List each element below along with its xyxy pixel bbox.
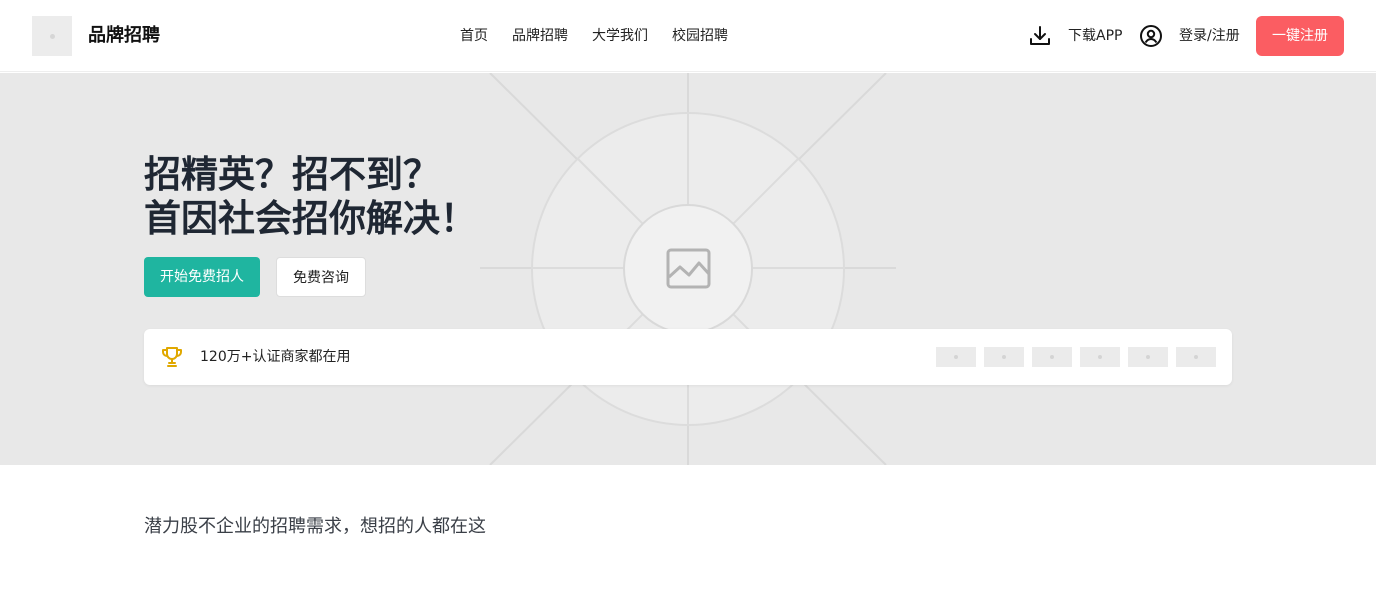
top-header: 品牌招聘 首页 品牌招聘 大学我们 校园招聘 下载APP 登录/注册 一键注册 <box>0 0 1376 72</box>
start-free-recruit-button[interactable]: 开始免费招人 <box>144 257 260 297</box>
partner-logo <box>936 347 976 367</box>
logo-placeholder-icon <box>49 33 55 39</box>
partner-logo <box>1032 347 1072 367</box>
section-title: 潜力股不企业的招聘需求，想招的人都在这 <box>144 516 486 537</box>
hero-title-line-1: 招精英？招不到？ <box>144 153 440 196</box>
hero-title-line-2: 首因社会招你解决！ <box>144 197 477 240</box>
free-consult-button[interactable]: 免费咨询 <box>276 257 366 297</box>
user-icon[interactable] <box>1139 24 1163 48</box>
trust-bar: 120万+认证商家都在用 <box>144 329 1232 385</box>
nav-item-campus[interactable]: 校园招聘 <box>672 26 728 46</box>
partner-logo <box>1080 347 1120 367</box>
main-nav: 首页 品牌招聘 大学我们 校园招聘 <box>460 26 728 46</box>
nav-item-home[interactable]: 首页 <box>460 26 488 46</box>
download-icon[interactable] <box>1028 24 1052 48</box>
logo[interactable] <box>32 16 72 56</box>
trophy-icon <box>162 347 182 367</box>
nav-item-about[interactable]: 大学我们 <box>592 26 648 46</box>
download-app-link[interactable]: 下载APP <box>1068 26 1122 46</box>
trust-text: 120万+认证商家都在用 <box>200 349 351 365</box>
quick-register-button[interactable]: 一键注册 <box>1256 16 1344 56</box>
brand-name[interactable]: 品牌招聘 <box>88 24 160 48</box>
hero-title: 招精英？招不到？ 首因社会招你解决！ <box>144 153 477 241</box>
hero-banner: 招精英？招不到？ 首因社会招你解决！ 开始免费招人 免费咨询 120万+认证商家… <box>0 73 1376 465</box>
partner-logo <box>984 347 1024 367</box>
nav-item-brand-recruit[interactable]: 品牌招聘 <box>512 26 568 46</box>
partner-logo <box>1176 347 1216 367</box>
login-register-link[interactable]: 登录/注册 <box>1179 26 1240 46</box>
partner-logo <box>1128 347 1168 367</box>
